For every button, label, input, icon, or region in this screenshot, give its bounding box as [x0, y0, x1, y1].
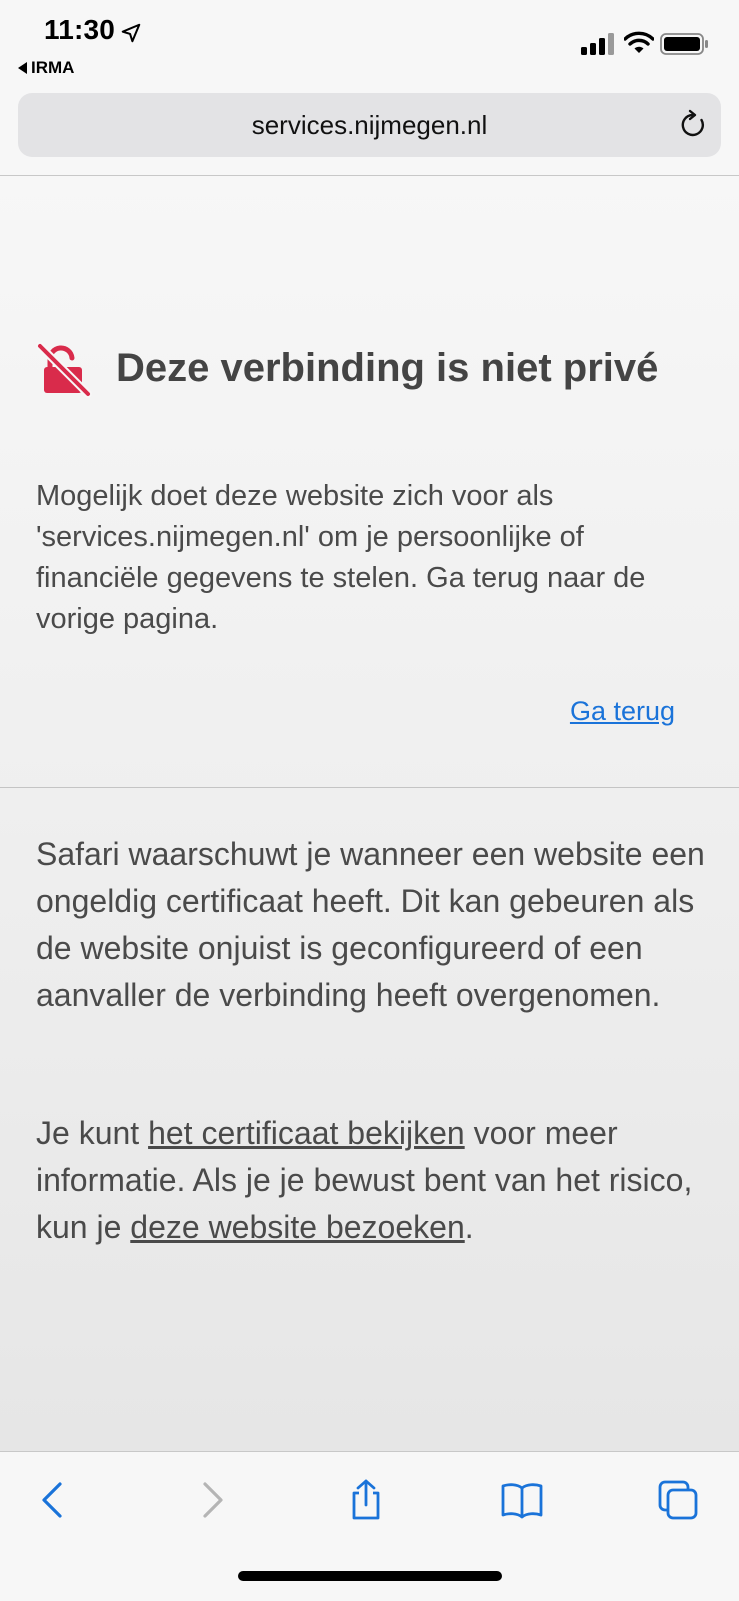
warning-title: Deze verbinding is niet privé [116, 346, 659, 390]
back-to-app-button[interactable]: IRMA [18, 58, 74, 78]
warning-page: Deze verbinding is niet privé Mogelijk d… [0, 176, 739, 1451]
go-back-link[interactable]: Ga terug [570, 696, 675, 727]
back-app-label: IRMA [31, 58, 75, 77]
tabs-icon[interactable] [656, 1478, 700, 1522]
location-arrow-icon [121, 23, 141, 43]
visit-website-link[interactable]: deze website bezoeken [130, 1209, 464, 1245]
forward-icon[interactable] [189, 1478, 233, 1522]
section-divider [0, 787, 739, 788]
status-bar: 11:30 IRMA [0, 0, 739, 86]
view-certificate-link[interactable]: het certificaat bekijken [148, 1115, 465, 1151]
paragraph-text-prefix: Je kunt [36, 1115, 149, 1151]
certificate-actions-paragraph: Je kunt het certificaat bekijken voor me… [36, 1110, 716, 1251]
back-icon[interactable] [32, 1478, 76, 1522]
share-icon[interactable] [344, 1478, 388, 1522]
cellular-signal-icon [581, 33, 614, 55]
battery-icon [660, 33, 708, 55]
address-bar[interactable]: services.nijmegen.nl [18, 93, 721, 157]
back-triangle-icon [18, 62, 27, 74]
certificate-info-paragraph: Safari waarschuwt je wanneer een website… [36, 836, 705, 1013]
bookmarks-icon[interactable] [500, 1478, 544, 1522]
wifi-icon [624, 31, 654, 53]
status-time: 11:30 [44, 14, 116, 45]
paragraph-text-suffix: . [464, 1209, 474, 1245]
url-text[interactable]: services.nijmegen.nl [18, 93, 721, 157]
home-indicator [238, 1571, 502, 1581]
broken-lock-icon [36, 342, 92, 398]
warning-description: Mogelijk doet deze website zich voor als… [36, 480, 646, 635]
reload-icon[interactable] [677, 109, 709, 141]
